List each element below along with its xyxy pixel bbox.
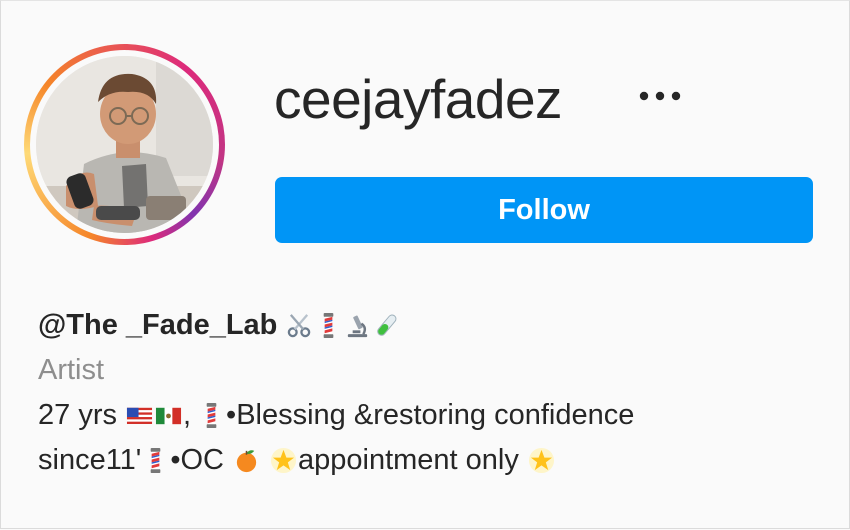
bio-text-segment: 27 yrs [38, 399, 117, 431]
microscope-icon [344, 312, 371, 339]
bio-text-line-2: since11' •OC appointment only [38, 438, 818, 483]
bio-text-segment: , [182, 399, 192, 431]
avatar-ring-gap [30, 50, 219, 239]
story-ring[interactable] [24, 44, 225, 245]
follow-button[interactable]: Follow [275, 177, 813, 243]
bio-text-segment: since11' [38, 444, 142, 476]
barber-pole-icon [198, 402, 225, 429]
bio-category-line: Artist [38, 348, 818, 393]
profile-username: ceejayfadez [274, 68, 563, 130]
bio-text-segment: •Blessing &restoring confidence [226, 399, 635, 431]
bio-text-segment: •OC [170, 444, 224, 476]
more-options-button[interactable] [634, 81, 686, 111]
bio-text-line-1: 27 yrs , •Blessing &restoring confidence [38, 393, 818, 438]
us-flag-icon [126, 402, 153, 429]
orange-icon [233, 447, 260, 474]
more-horizontal-icon [639, 91, 681, 101]
test-tube-icon [373, 312, 400, 339]
profile-header: ceejayfadez Follow @The _Fade_Lab Artist… [0, 0, 850, 529]
glowing-star-icon [270, 447, 297, 474]
bio-name-line: @The _Fade_Lab [38, 303, 818, 348]
barber-pole-icon [315, 312, 342, 339]
bio-category: Artist [38, 354, 105, 386]
bio-text-segment: appointment only [298, 444, 519, 476]
scissors-icon [286, 312, 313, 339]
bio-name: @The _Fade_Lab [38, 309, 278, 341]
barber-pole-icon [142, 447, 169, 474]
avatar[interactable] [36, 56, 213, 233]
glowing-star-icon [528, 447, 555, 474]
mexico-flag-icon [155, 402, 182, 429]
profile-bio: @The _Fade_Lab Artist 27 yrs , •Blessing… [38, 303, 818, 483]
